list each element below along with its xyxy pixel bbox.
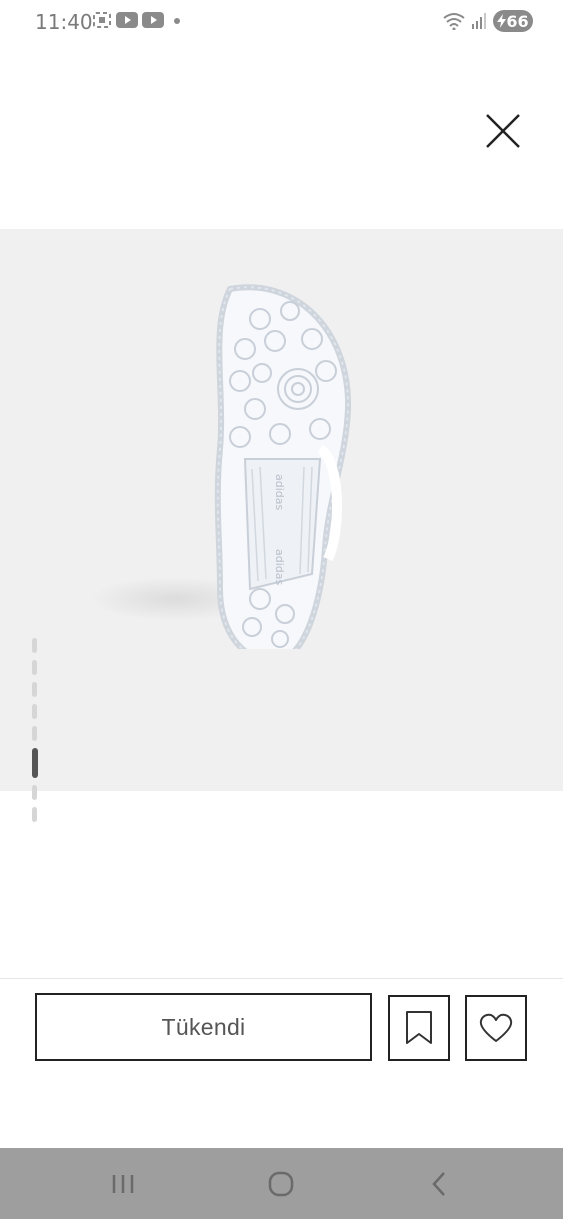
pager-dot[interactable] [32,785,37,800]
battery-level: 66 [506,11,529,31]
home-button[interactable] [261,1166,301,1202]
system-navigation-bar [0,1148,563,1219]
svg-text:adidas: adidas [273,474,286,511]
sold-out-button[interactable]: Tükendi [35,993,372,1061]
status-time: 11:40 [35,10,93,34]
close-icon [486,114,520,148]
youtube-icon [116,12,138,28]
pager-dot[interactable] [32,704,37,719]
battery-indicator: 66 [493,10,533,32]
back-icon [432,1172,445,1196]
wishlist-button[interactable] [465,995,527,1061]
signal-icon [472,13,486,29]
pager-dot[interactable] [32,682,37,697]
recent-apps-button[interactable] [103,1166,143,1202]
close-button[interactable] [484,112,522,150]
image-pager [32,638,40,822]
save-button[interactable] [388,995,450,1061]
bookmark-icon [406,1011,432,1044]
pager-dot[interactable] [32,638,37,653]
status-system-icons: 66 [443,10,533,32]
youtube-icon [142,12,164,28]
wifi-icon [443,13,465,30]
notification-dot [174,18,180,24]
status-bar: 11:40 66 [0,0,563,44]
pager-dot[interactable] [32,726,37,741]
recent-apps-icon [112,1175,134,1193]
divider [0,978,563,979]
product-image-gallery[interactable]: adidas adidas [0,229,563,822]
pager-dot[interactable] [32,660,37,675]
pager-dot-active[interactable] [32,748,38,778]
heart-icon [479,1013,513,1042]
battery-charging-icon [497,14,507,28]
status-notification-icons [92,11,164,29]
pager-dot[interactable] [32,807,37,822]
back-button[interactable] [419,1166,459,1202]
product-image: adidas adidas [90,284,352,649]
home-icon [268,1171,294,1197]
screenshot-icon [93,12,111,28]
svg-text:adidas: adidas [273,549,286,586]
sold-out-label: Tükendi [161,1013,246,1040]
